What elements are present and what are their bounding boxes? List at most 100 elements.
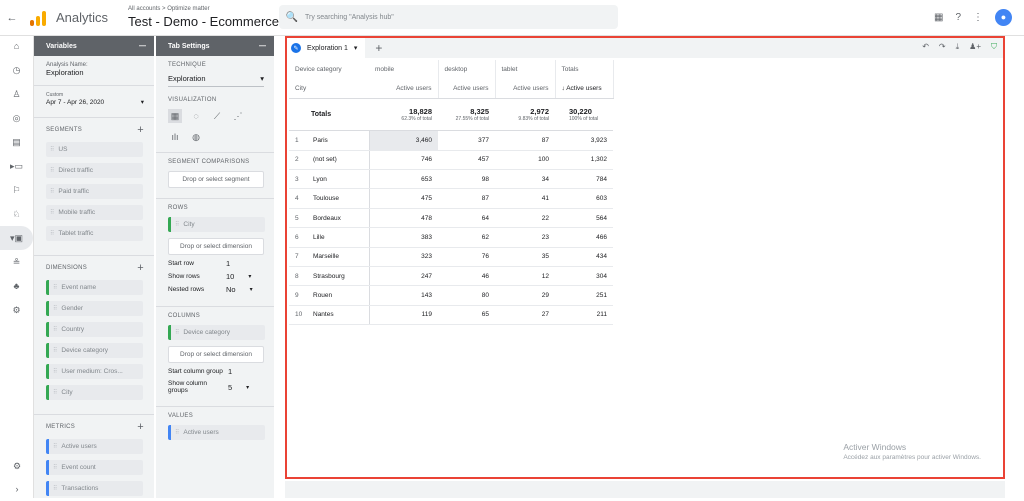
segment-chip[interactable]: ⠿ Paid traffic xyxy=(46,184,143,199)
dimensions-section: DIMENSIONS + ⠿ Event name ⠿ Gender ⠿ Country… xyxy=(34,256,154,415)
column-header[interactable]: mobile xyxy=(369,60,439,80)
table-row[interactable]: 3 Lyon 653 98 34 784 xyxy=(289,169,613,190)
conversions-icon[interactable]: ▸▭ xyxy=(0,154,33,178)
value-cell: 784 xyxy=(555,169,613,190)
sorted-metric-header[interactable]: ↓ Active users xyxy=(555,79,614,100)
shield-check-icon[interactable]: ⛉ xyxy=(991,42,997,52)
redo-icon[interactable]: ↷ xyxy=(939,42,946,52)
segment-chip[interactable]: ⠿ US xyxy=(46,142,143,157)
acquisition-globe-icon[interactable]: ◎ xyxy=(0,106,33,130)
table-viz-icon[interactable]: ▦ xyxy=(168,109,182,123)
values-label: VALUES xyxy=(168,413,194,419)
back-arrow-icon[interactable]: ← xyxy=(4,12,20,24)
show-column-groups-select[interactable]: 5 xyxy=(228,383,232,392)
dimension-chip[interactable]: ⠿ Country xyxy=(46,322,143,337)
share-icon[interactable]: ♟+ xyxy=(969,42,981,52)
geo-viz-icon[interactable]: ◍ xyxy=(189,130,203,144)
donut-viz-icon[interactable]: ◌ xyxy=(189,109,203,123)
download-icon[interactable]: ⤓ xyxy=(956,42,960,52)
add-tab-icon[interactable]: + xyxy=(375,41,382,55)
dimension-chip[interactable]: ⠿ Gender xyxy=(46,301,143,316)
collapse-icon[interactable]: — xyxy=(259,43,266,50)
property-name: Test - Demo - Ecommerce ▾ xyxy=(128,14,290,29)
add-dimension-icon[interactable]: + xyxy=(137,262,144,274)
table-row[interactable]: 7 Marseille 323 76 35 434 xyxy=(289,247,613,268)
collapse-icon[interactable]: — xyxy=(139,43,146,50)
undo-icon[interactable]: ↶ xyxy=(922,42,929,52)
table-row[interactable]: 4 Toulouse 475 87 41 603 xyxy=(289,188,613,209)
metric-chip[interactable]: ⠿ Active users xyxy=(46,439,143,454)
segment-chip[interactable]: ⠿ Tablet traffic xyxy=(46,226,143,241)
more-vert-icon[interactable]: ⋮ xyxy=(973,12,983,23)
configure-icon[interactable]: ≗ xyxy=(0,250,33,274)
user-explorer-icon[interactable]: ♘ xyxy=(0,202,33,226)
date-range-section[interactable]: Custom Apr 7 - Apr 26, 2020 ▾ xyxy=(34,86,154,118)
segment-chip[interactable]: ⠿ Direct traffic xyxy=(46,163,143,178)
account-selector[interactable]: All accounts > Optimize matter Test - De… xyxy=(128,5,289,30)
nested-rows-select[interactable]: No xyxy=(226,285,236,294)
column-header[interactable]: desktop xyxy=(438,60,496,80)
audience-icon[interactable]: ♙ xyxy=(0,82,33,106)
dimension-chip[interactable]: ⠿ Event name xyxy=(46,280,143,295)
add-segment-icon[interactable]: + xyxy=(137,124,144,136)
table-row[interactable]: 10 Nantes 119 65 27 211 xyxy=(289,305,613,326)
total-value: 18,828 xyxy=(409,107,432,117)
column-header[interactable]: tablet xyxy=(495,60,556,80)
realtime-clock-icon[interactable]: ◷ xyxy=(0,58,33,82)
show-rows-select[interactable]: 10 xyxy=(226,272,234,281)
value-cell: 143 xyxy=(368,285,438,306)
admin-gear-icon[interactable]: ⚙ xyxy=(0,454,34,478)
row-index: 10 xyxy=(295,311,303,319)
table-row[interactable]: 6 Lille 383 62 23 466 xyxy=(289,227,613,248)
value-metric-chip[interactable]: ⠿ Active users xyxy=(168,425,265,440)
row-dimension-dropzone[interactable]: Drop or select dimension xyxy=(168,238,264,255)
settings-gear-icon[interactable]: ⚙ xyxy=(0,298,33,322)
metric-header[interactable]: Active users xyxy=(369,79,439,100)
dimension-chip[interactable]: ⠿ User medium: Cros... xyxy=(46,364,143,379)
value-cell: 564 xyxy=(555,208,613,229)
help-icon[interactable]: ? xyxy=(955,12,961,23)
column-header[interactable]: Totals xyxy=(555,60,614,80)
column-dimension-chip[interactable]: ⠿ Device category xyxy=(168,325,265,340)
dimension-chip[interactable]: ⠿ Device category xyxy=(46,343,143,358)
home-icon[interactable]: ⌂ xyxy=(0,34,33,58)
row-dimension-chip[interactable]: ⠿ City xyxy=(168,217,265,232)
city-cell: Lyon xyxy=(313,175,327,183)
bar-viz-icon[interactable]: ılı xyxy=(168,130,182,144)
add-metric-icon[interactable]: + xyxy=(137,421,144,433)
visualization-options: ▦ ◌ ⟋ ⋰ ılı ◍ xyxy=(168,109,258,144)
line-viz-icon[interactable]: ⟋ xyxy=(210,109,224,123)
scatter-viz-icon[interactable]: ⋰ xyxy=(231,109,245,123)
dimension-chip[interactable]: ⠿ City xyxy=(46,385,143,400)
apps-grid-icon[interactable]: ▦ xyxy=(934,12,943,23)
technique-select[interactable]: Exploration ▾ xyxy=(168,74,264,87)
metric-chip[interactable]: ⠿ Transactions xyxy=(46,481,143,496)
analysis-name-field[interactable]: Exploration xyxy=(46,68,144,77)
start-column-input[interactable]: 1 xyxy=(228,367,232,376)
tab-dropdown-icon[interactable]: ▾ xyxy=(354,44,358,52)
tab-exploration-1[interactable]: ✎ Exploration 1 ▾ xyxy=(287,38,366,58)
table-row[interactable]: 9 Rouen 143 80 29 251 xyxy=(289,285,613,306)
metric-chip[interactable]: ⠿ Event count xyxy=(46,460,143,475)
analysis-icon[interactable]: ▾▣ xyxy=(0,226,33,250)
debug-icon[interactable]: ♣ xyxy=(0,274,33,298)
table-row[interactable]: 8 Strasbourg 247 46 12 304 xyxy=(289,266,613,287)
dropdown-arrow-icon: ▾ xyxy=(246,384,250,391)
behavior-icon[interactable]: ▤ xyxy=(0,130,33,154)
row-index: 5 xyxy=(295,214,299,222)
segment-dropzone[interactable]: Drop or select segment xyxy=(168,171,264,188)
table-row[interactable]: 1 Paris 3,460 377 87 3,923 xyxy=(289,130,613,151)
metric-header[interactable]: Active users xyxy=(495,79,556,100)
table-row[interactable]: 5 Bordeaux 478 64 22 564 xyxy=(289,208,613,229)
segment-chip[interactable]: ⠿ Mobile traffic xyxy=(46,205,143,220)
column-dimension-dropzone[interactable]: Drop or select dimension xyxy=(168,346,264,363)
row-dimension-header[interactable]: City xyxy=(289,79,369,100)
metric-header[interactable]: Active users xyxy=(438,79,496,100)
table-row[interactable]: 2 (not set) 746 457 100 1,302 xyxy=(289,150,613,171)
value-cell: 27 xyxy=(495,305,555,326)
flag-icon[interactable]: ⚐ xyxy=(0,178,33,202)
expand-chevron-icon[interactable]: › xyxy=(0,477,34,501)
search-box[interactable]: 🔍 Try searching "Analysis hub" xyxy=(279,5,618,29)
avatar[interactable]: ● xyxy=(995,9,1012,26)
start-row-input[interactable]: 1 xyxy=(226,259,230,268)
